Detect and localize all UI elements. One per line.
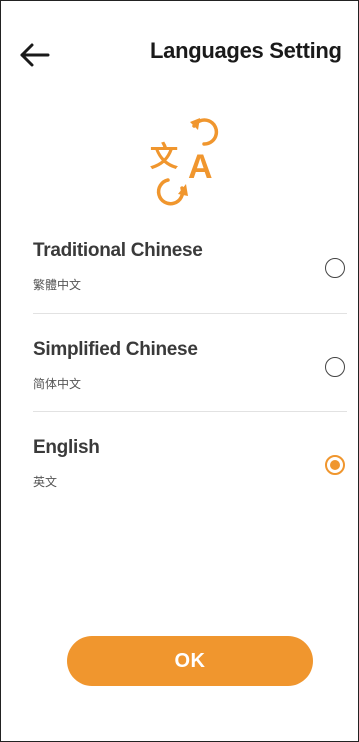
svg-text:文: 文 — [150, 140, 178, 173]
language-label: Traditional Chinese — [33, 240, 203, 261]
arrow-left-icon — [20, 43, 50, 67]
svg-text:A: A — [188, 148, 213, 186]
language-native-label: 简体中文 — [33, 377, 82, 391]
page-title: Languages Setting — [150, 38, 342, 63]
radio-dot — [330, 460, 340, 470]
divider — [33, 411, 347, 412]
radio-button[interactable] — [325, 357, 345, 377]
ok-button[interactable]: OK — [67, 636, 313, 686]
language-option-traditional-chinese[interactable]: Traditional Chinese 繁體中文 — [33, 240, 351, 330]
divider — [33, 313, 347, 314]
header: Languages Setting — [0, 0, 359, 100]
language-label: Simplified Chinese — [33, 339, 198, 360]
back-button[interactable] — [18, 38, 52, 72]
language-label: English — [33, 437, 100, 458]
translate-icon: 文 A — [148, 108, 232, 208]
language-option-simplified-chinese[interactable]: Simplified Chinese 简体中文 — [33, 339, 351, 429]
language-native-label: 英文 — [33, 475, 58, 489]
radio-button[interactable] — [325, 258, 345, 278]
radio-button-selected[interactable] — [325, 455, 345, 475]
language-native-label: 繁體中文 — [33, 278, 82, 292]
language-option-english[interactable]: English 英文 — [33, 437, 351, 527]
